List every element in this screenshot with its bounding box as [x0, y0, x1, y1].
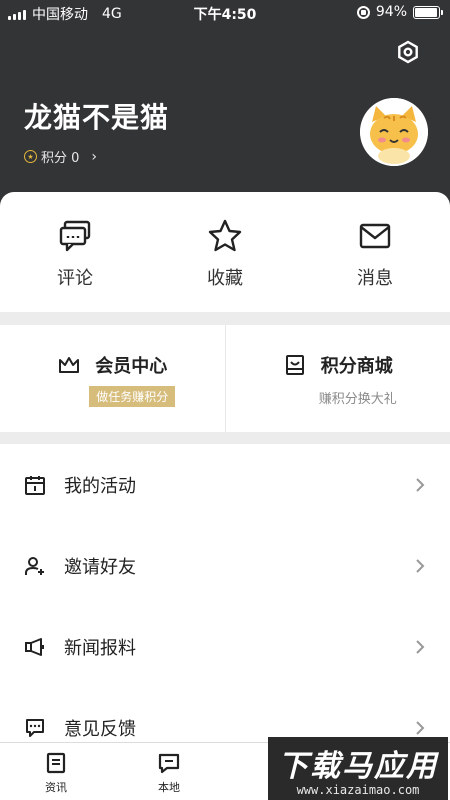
cat-avatar-icon	[360, 98, 428, 166]
comments-label: 评论	[57, 268, 93, 289]
local-icon	[158, 753, 180, 774]
chevron-right-icon: ›	[91, 148, 98, 165]
menu-item-label: 邀请好友	[64, 556, 136, 578]
points-mall-subtitle: 赚积分换大礼	[318, 392, 397, 407]
chevron-right-icon	[416, 639, 425, 654]
menu-list: 我的活动 邀请好友 新闻报料 意见反馈	[0, 444, 450, 742]
rotation-lock-icon	[356, 5, 370, 19]
menu-item-invite-friends[interactable]: 邀请好友	[0, 525, 450, 606]
tab-news[interactable]: 资讯	[26, 751, 86, 795]
chevron-right-icon	[416, 558, 425, 573]
member-center-button[interactable]: 会员中心 做任务赚积分	[0, 325, 225, 432]
chevron-right-icon	[416, 720, 425, 735]
menu-item-my-activities[interactable]: 我的活动	[0, 444, 450, 525]
quick-actions: 评论 收藏 消息	[0, 192, 450, 312]
battery-icon	[413, 5, 443, 19]
points-mall-button[interactable]: 积分商城 赚积分换大礼	[224, 325, 450, 432]
favorites-label: 收藏	[207, 268, 243, 289]
news-icon	[46, 752, 66, 774]
settings-icon[interactable]	[396, 40, 420, 64]
points-mall-title: 积分商城	[320, 356, 393, 377]
mall-icon	[285, 355, 304, 375]
favorites-button[interactable]: 收藏	[150, 192, 300, 312]
profile-header: 中国移动 4G 下午4:50 94% 龙猫不是猫 ★ 积分 0 ›	[0, 0, 450, 215]
watermark-title: 下载马应用	[278, 748, 438, 784]
tab-local[interactable]: 本地	[139, 751, 199, 795]
points-link[interactable]: ★ 积分 0 ›	[24, 147, 97, 166]
megaphone-icon	[25, 637, 44, 656]
menu-item-news-tip[interactable]: 新闻报料	[0, 606, 450, 687]
menu-item-label: 我的活动	[64, 475, 136, 497]
menu-item-label: 新闻报料	[64, 637, 136, 659]
chevron-right-icon	[416, 477, 425, 492]
feedback-icon	[26, 718, 44, 737]
comments-button[interactable]: 评论	[0, 192, 150, 312]
watermark: 下载马应用 www.xiazaimao.com	[268, 737, 448, 800]
member-center-tag: 做任务赚积分	[89, 386, 176, 407]
member-section: 会员中心 做任务赚积分 积分商城 赚积分换大礼	[0, 325, 450, 432]
status-bar: 中国移动 4G 下午4:50 94%	[0, 0, 450, 26]
mail-icon	[359, 223, 391, 249]
comment-icon	[59, 220, 91, 252]
crown-icon	[59, 357, 80, 373]
calendar-icon	[25, 475, 45, 495]
tab-news-label: 资讯	[45, 781, 67, 794]
star-icon	[208, 219, 242, 252]
points-label: 积分 0	[41, 151, 80, 166]
coin-icon: ★	[24, 150, 37, 163]
messages-label: 消息	[357, 268, 393, 289]
member-center-title: 会员中心	[95, 356, 168, 377]
avatar[interactable]	[360, 98, 428, 166]
tab-local-label: 本地	[158, 781, 180, 794]
add-user-icon	[25, 556, 44, 575]
battery-percent: 94%	[375, 4, 407, 20]
messages-button[interactable]: 消息	[300, 192, 450, 312]
watermark-url: www.xiazaimao.com	[296, 782, 420, 797]
username[interactable]: 龙猫不是猫	[24, 96, 169, 136]
